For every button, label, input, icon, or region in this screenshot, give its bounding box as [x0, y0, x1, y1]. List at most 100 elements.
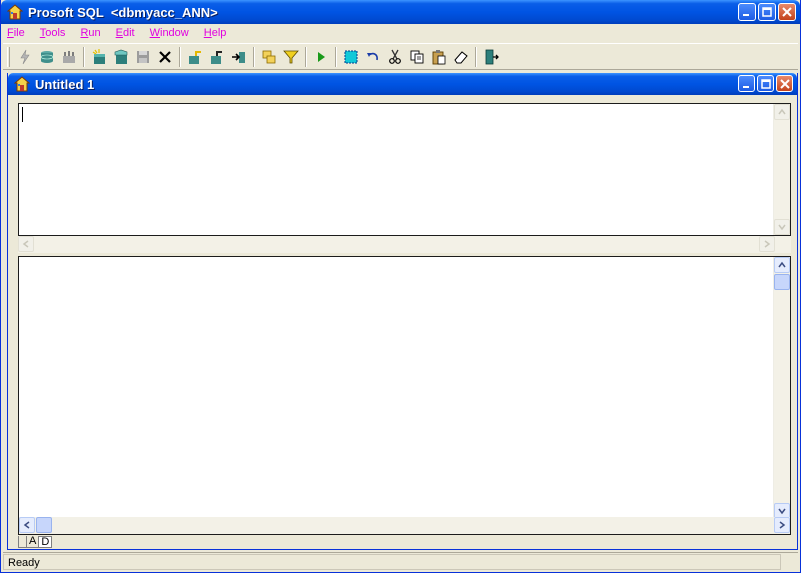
minimize-icon [743, 14, 749, 16]
editor-vertical-scrollbar[interactable] [773, 104, 790, 235]
sql-editor[interactable] [18, 103, 791, 236]
database-icon [40, 50, 54, 63]
maximize-button[interactable] [758, 3, 776, 21]
rollback-button[interactable] [206, 46, 228, 68]
new-query-button[interactable] [88, 46, 110, 68]
disconnect-button[interactable] [58, 46, 80, 68]
menu-bar: File Tools Run Edit Window Help [1, 24, 800, 42]
copy-icon [410, 50, 424, 63]
results-grid[interactable] [18, 256, 791, 535]
results-scroll-left-button[interactable] [19, 517, 35, 533]
results-scroll-right-button[interactable] [774, 517, 790, 533]
child-minimize-button[interactable] [738, 75, 755, 92]
result-tab-d[interactable]: D [38, 536, 53, 548]
results-horizontal-scrollbar[interactable] [19, 517, 790, 534]
select-all-button[interactable] [340, 46, 362, 68]
chevron-right-icon [779, 521, 786, 529]
status-bar: Ready [3, 552, 798, 570]
undo-button[interactable] [362, 46, 384, 68]
window-title: Prosoft SQL <dbmyacc_ANN> [28, 4, 218, 20]
home-icon [14, 76, 30, 92]
menu-window[interactable]: Window [148, 27, 191, 39]
chevron-right-icon [764, 240, 771, 248]
menu-file[interactable]: File [5, 27, 27, 39]
main-titlebar[interactable]: Prosoft SQL <dbmyacc_ANN> [1, 0, 800, 24]
text-caret [22, 107, 23, 122]
export-icon [232, 51, 245, 63]
run-button[interactable] [310, 46, 332, 68]
minimize-icon [742, 85, 749, 88]
delete-icon [159, 50, 171, 63]
query-window-title: Untitled 1 [35, 76, 95, 92]
menu-edit[interactable]: Edit [114, 27, 137, 39]
toolbar-separator [305, 46, 307, 67]
new-query-icon [92, 48, 105, 64]
child-maximize-button[interactable] [757, 75, 774, 92]
result-tab-a[interactable]: A [26, 536, 39, 548]
rollback-icon [211, 50, 222, 64]
result-tab-blank[interactable] [18, 536, 26, 548]
results-horizontal-scroll-thumb[interactable] [36, 517, 52, 533]
menu-tools[interactable]: Tools [38, 27, 68, 39]
cut-icon [389, 49, 401, 64]
results-vertical-scroll-thumb[interactable] [774, 274, 790, 290]
paste-icon [432, 49, 446, 64]
results-scroll-up-button[interactable] [774, 257, 790, 273]
connect-button[interactable] [14, 46, 36, 68]
copy-button[interactable] [406, 46, 428, 68]
query-window-titlebar[interactable]: Untitled 1 [8, 73, 797, 95]
paste-button[interactable] [428, 46, 450, 68]
export-button[interactable] [228, 46, 250, 68]
exit-button[interactable] [480, 46, 502, 68]
toolbar-grip[interactable] [7, 46, 10, 67]
toolbar-separator [253, 46, 255, 67]
toolbar-separator [475, 46, 477, 67]
commit-button[interactable] [184, 46, 206, 68]
home-icon [7, 4, 23, 20]
close-icon [779, 78, 790, 89]
toolbar-separator [335, 46, 337, 67]
close-icon [782, 7, 792, 17]
open-button[interactable] [110, 46, 132, 68]
maximize-icon [762, 7, 772, 17]
disconnect-icon [63, 50, 75, 63]
eraser-button[interactable] [450, 46, 472, 68]
results-vertical-scrollbar[interactable] [773, 257, 790, 519]
exit-icon [485, 49, 499, 64]
result-tabs: A D [18, 535, 53, 548]
toolbar-separator [83, 46, 85, 67]
editor-scroll-left-button[interactable] [18, 236, 34, 252]
copy-record-icon [262, 50, 276, 63]
chevron-down-icon [778, 224, 786, 231]
run-icon [318, 51, 325, 62]
chevron-left-icon [23, 521, 30, 529]
cut-button[interactable] [384, 46, 406, 68]
delete-button[interactable] [154, 46, 176, 68]
close-button[interactable] [778, 3, 796, 21]
filter-icon [283, 50, 299, 63]
save-icon [137, 50, 149, 63]
editor-scroll-right-button[interactable] [759, 236, 775, 252]
child-close-button[interactable] [776, 75, 793, 92]
chevron-up-icon [778, 261, 786, 268]
commit-icon [189, 50, 201, 64]
copy-record-button[interactable] [258, 46, 280, 68]
minimize-button[interactable] [738, 3, 756, 21]
toolbar [3, 43, 798, 70]
status-text: Ready [3, 553, 781, 570]
query-window: Untitled 1 A D [7, 73, 798, 550]
connect-icon [20, 49, 30, 64]
editor-horizontal-scrollbar[interactable] [18, 236, 791, 253]
editor-scroll-down-button[interactable] [774, 219, 790, 235]
editor-scroll-up-button[interactable] [774, 104, 790, 120]
chevron-up-icon [778, 108, 786, 115]
save-button[interactable] [132, 46, 154, 68]
menu-run[interactable]: Run [78, 27, 102, 39]
chevron-left-icon [22, 240, 29, 248]
select-all-icon [344, 50, 358, 63]
menu-help[interactable]: Help [202, 27, 229, 39]
filter-button[interactable] [280, 46, 302, 68]
maximize-icon [760, 78, 771, 89]
chevron-down-icon [778, 508, 786, 515]
database-button[interactable] [36, 46, 58, 68]
